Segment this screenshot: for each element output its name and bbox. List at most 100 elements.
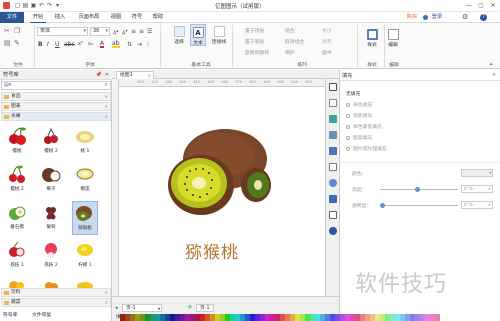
texture-fill-option[interactable]: 图片或纹理填充 (346, 145, 387, 152)
shape-lychee-1[interactable]: 荔枝 1 (4, 239, 30, 273)
grow-font-icon[interactable]: A▴ (113, 28, 119, 37)
page-icon[interactable] (329, 163, 337, 171)
align-left-icon[interactable]: ≡ (131, 28, 136, 35)
fill-icon[interactable] (329, 83, 337, 91)
shape-durian[interactable]: 榴莲 (72, 163, 98, 197)
document-tab[interactable]: 绘图1 ✕ (116, 71, 154, 79)
pin-icon[interactable]: 📌 (96, 70, 102, 80)
data-icon[interactable] (329, 195, 337, 203)
new-file-icon[interactable]: ▢ (14, 2, 21, 9)
canvas-text[interactable]: 猕猴桃 (185, 238, 239, 263)
add-page-icon[interactable]: + (187, 303, 193, 311)
rotate-flip-button[interactable]: 旋转和翻转 (245, 49, 269, 56)
paste-icon[interactable]: ▤ (4, 39, 11, 47)
shadow-icon[interactable] (329, 115, 337, 123)
category-food[interactable]: 食品 ✕ (1, 92, 111, 101)
menu-insert[interactable]: 插入 (52, 12, 68, 23)
connector-tool[interactable]: 连接线 (210, 26, 228, 45)
shape-peach[interactable]: 桃 1 (72, 125, 98, 159)
transparency-slider-handle[interactable] (380, 203, 385, 208)
login-link[interactable]: 登录 (429, 12, 445, 23)
brightness-value-input[interactable]: 0 % ⇕ (461, 185, 493, 193)
close-icon[interactable]: ✕ (105, 103, 108, 111)
shape-cherry-2b[interactable]: 樱桃 2 (4, 163, 30, 197)
category-vegetables[interactable]: 蔬菜 ✕ (1, 298, 111, 307)
single-gradient-option[interactable]: 单色渐变填充 (346, 123, 382, 130)
group-button[interactable]: 组合 (285, 27, 295, 34)
align-center-icon[interactable]: ≡ (139, 28, 144, 35)
bring-to-front-button[interactable]: 置于顶层 (245, 27, 264, 34)
page-tab[interactable]: 页-1 (196, 304, 214, 312)
center-button[interactable]: 居中 (322, 49, 332, 56)
superscript-icon[interactable]: x² (78, 41, 83, 47)
solid-fill-option[interactable]: 单色填充 (346, 101, 372, 108)
undo-icon[interactable]: ↶ (38, 2, 45, 9)
drawing-canvas[interactable]: 猕猴桃 (119, 87, 325, 296)
shape-lemon-1[interactable]: 柠檬 1 (72, 239, 98, 273)
menu-page-layout[interactable]: 页面布局 (74, 12, 104, 23)
close-icon[interactable]: ✕ (105, 93, 108, 101)
page-select[interactable]: 页-1 ▾ (122, 304, 162, 312)
close-icon[interactable]: ✕ (105, 299, 108, 307)
menu-file[interactable]: 文件 (0, 12, 24, 23)
font-name-select[interactable]: 宋体 ▾ (37, 27, 88, 36)
close-icon[interactable]: ✕ (105, 289, 108, 297)
layer-icon[interactable] (329, 147, 337, 155)
category-fruit[interactable]: 水果 ✕ (1, 112, 111, 121)
pattern-fill-option[interactable]: 图案填充 (346, 134, 372, 141)
shape-cherry-2[interactable]: 樱桃 2 (38, 125, 64, 159)
save-icon[interactable]: ▣ (30, 2, 37, 9)
style-button[interactable]: 样式 (365, 29, 379, 48)
image-icon[interactable] (329, 131, 337, 139)
gear-icon[interactable]: ⚙ (462, 13, 468, 21)
close-icon[interactable]: ✕ (148, 72, 151, 79)
text-tool[interactable]: A 文本 (190, 24, 206, 46)
list-icon[interactable]: ☰ (147, 28, 152, 35)
indent-icon[interactable]: ⇥ (137, 41, 142, 48)
font-size-select[interactable]: 36 ▾ (90, 27, 110, 36)
color-palette[interactable] (0, 314, 500, 321)
category-chart[interactable]: 图表 ✕ (1, 102, 111, 111)
format-painter-icon[interactable]: ✎ (14, 39, 20, 47)
user-icon[interactable] (423, 15, 428, 20)
shrink-font-icon[interactable]: A▾ (122, 28, 128, 37)
size-button[interactable]: 大小 (322, 27, 332, 34)
shape-cherry[interactable]: 樱桃 (4, 125, 30, 159)
library-search-input[interactable]: ▤▾ ⌕ (1, 81, 111, 90)
send-to-back-button[interactable]: 置于底层 (245, 38, 264, 45)
brightness-slider[interactable] (380, 187, 458, 192)
open-icon[interactable]: ▤ (22, 2, 29, 9)
transparency-value-input[interactable]: 0 % ⇕ (461, 201, 493, 209)
shape-grape[interactable]: 葡萄 (38, 201, 64, 235)
close-button[interactable]: ✕ (488, 1, 498, 11)
menu-help[interactable]: 帮助 (150, 12, 166, 23)
menu-view[interactable]: 视图 (108, 12, 124, 23)
no-fill-option[interactable]: 无填充 (346, 90, 360, 97)
cut-icon[interactable]: ✂ (4, 27, 10, 35)
font-color-icon[interactable]: A (100, 40, 105, 48)
link-icon[interactable] (329, 179, 337, 187)
maximize-button[interactable]: ▢ (476, 1, 486, 11)
ungroup-button[interactable]: 取消组合 (285, 38, 304, 45)
text-direction-icon[interactable]: ⇅ (127, 41, 132, 48)
copy-icon[interactable]: ❐ (14, 27, 20, 35)
menu-home[interactable]: 开始 (30, 12, 46, 23)
help-icon[interactable] (329, 227, 337, 235)
line-icon[interactable] (329, 99, 337, 107)
protect-button[interactable]: 保护 (285, 49, 295, 56)
align-button[interactable]: 对齐 (322, 38, 332, 45)
underline-icon[interactable]: U (55, 41, 59, 48)
help-icon[interactable]: ? (480, 14, 487, 21)
transparency-slider[interactable] (380, 203, 458, 208)
menu-symbol[interactable]: 符号 (129, 12, 145, 23)
category-drinks[interactable]: 饮料 ✕ (1, 288, 111, 297)
kiwi-illustration[interactable] (163, 127, 273, 219)
gradient-fill-option[interactable]: 渐变填充 (346, 112, 372, 119)
edit-button[interactable]: 编辑 (386, 29, 400, 48)
close-icon[interactable]: ✕ (492, 72, 496, 78)
minimize-button[interactable]: — (464, 1, 474, 11)
highlight-icon[interactable]: ab (112, 40, 120, 48)
shape-guava[interactable]: 番石榴 (4, 201, 30, 235)
subscript-icon[interactable]: x₂ (88, 41, 93, 47)
color-swatch[interactable] (435, 314, 440, 321)
